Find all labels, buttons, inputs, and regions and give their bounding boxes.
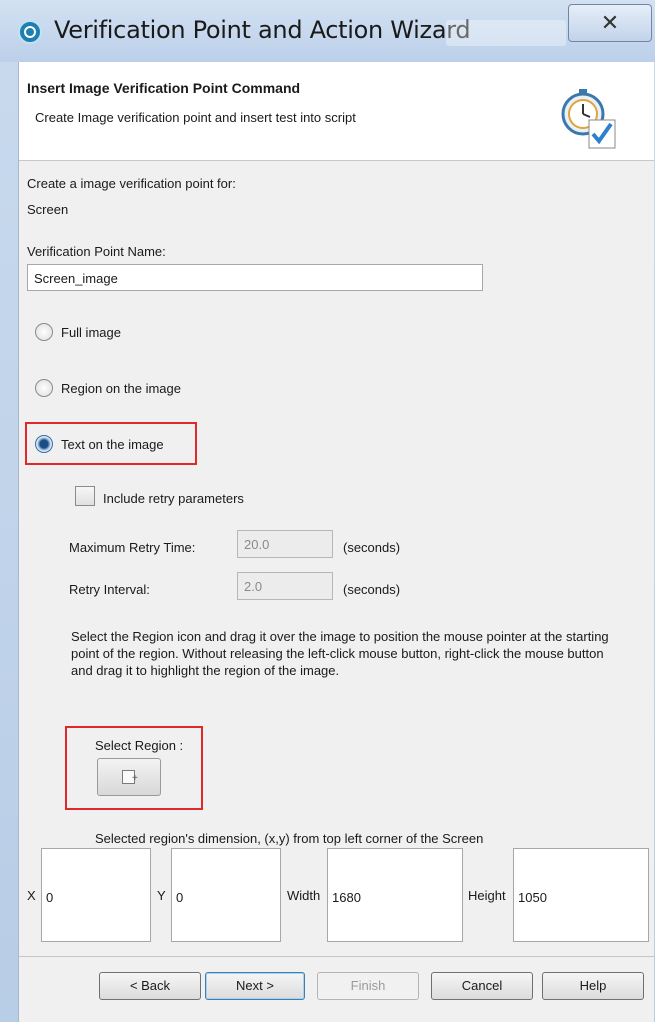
radio-region-on-image[interactable]: Region on the image xyxy=(35,377,215,401)
app-icon xyxy=(18,20,42,44)
next-button[interactable]: Next > xyxy=(205,972,305,1000)
x-field[interactable]: 0 xyxy=(41,848,151,942)
cancel-button[interactable]: Cancel xyxy=(431,972,533,1000)
retry-checkbox[interactable] xyxy=(75,486,95,506)
highlight-text-option xyxy=(25,422,197,465)
help-button[interactable]: Help xyxy=(542,972,644,1000)
stopwatch-check-icon xyxy=(561,89,616,149)
width-field[interactable]: 1680 xyxy=(327,848,463,942)
title-bar-background-overlay xyxy=(446,20,566,46)
retry-interval-units: (seconds) xyxy=(343,582,401,597)
create-for-label: Create a image verification point for: xyxy=(27,176,236,191)
retry-interval-label: Retry Interval: xyxy=(69,582,150,597)
region-instructions: Select the Region icon and drag it over … xyxy=(71,629,609,678)
title-bar[interactable]: Verification Point and Action Wizard ✕ xyxy=(0,0,655,62)
header-subtitle: Create Image verification point and inse… xyxy=(35,110,356,125)
close-button[interactable]: ✕ xyxy=(568,4,652,42)
header-title: Insert Image Verification Point Command xyxy=(27,80,301,96)
max-retry-label: Maximum Retry Time: xyxy=(69,540,196,555)
height-field[interactable]: 1050 xyxy=(513,848,649,942)
vp-name-input[interactable]: Screen_image xyxy=(27,264,483,291)
radio-button[interactable] xyxy=(35,379,53,397)
wizard-content: Insert Image Verification Point Command … xyxy=(18,62,654,1022)
retry-checkbox-label: Include retry parameters xyxy=(103,491,244,506)
back-button[interactable]: < Back xyxy=(99,972,201,1000)
y-label: Y xyxy=(157,888,166,903)
wizard-header: Insert Image Verification Point Command … xyxy=(19,62,654,161)
max-retry-units: (seconds) xyxy=(343,540,401,555)
window-title: Verification Point and Action Wizard xyxy=(54,16,471,44)
radio-button[interactable] xyxy=(35,323,53,341)
vp-name-label: Verification Point Name: xyxy=(27,244,166,259)
radio-full-image[interactable]: Full image xyxy=(35,321,155,345)
dimension-caption: Selected region's dimension, (x,y) from … xyxy=(95,831,484,846)
highlight-select-region xyxy=(65,726,203,810)
wizard-window: Verification Point and Action Wizard ✕ I… xyxy=(0,0,655,1022)
width-label: Width xyxy=(287,888,321,903)
radio-label: Full image xyxy=(61,325,121,340)
max-retry-input[interactable]: 20.0 xyxy=(237,530,333,558)
create-for-value: Screen xyxy=(27,202,69,217)
x-label: X xyxy=(27,888,36,903)
radio-label: Region on the image xyxy=(61,381,181,396)
finish-button[interactable]: Finish xyxy=(317,972,419,1000)
retry-interval-input[interactable]: 2.0 xyxy=(237,572,333,600)
y-field[interactable]: 0 xyxy=(171,848,281,942)
footer-divider xyxy=(19,956,654,957)
height-label: Height xyxy=(468,888,506,903)
